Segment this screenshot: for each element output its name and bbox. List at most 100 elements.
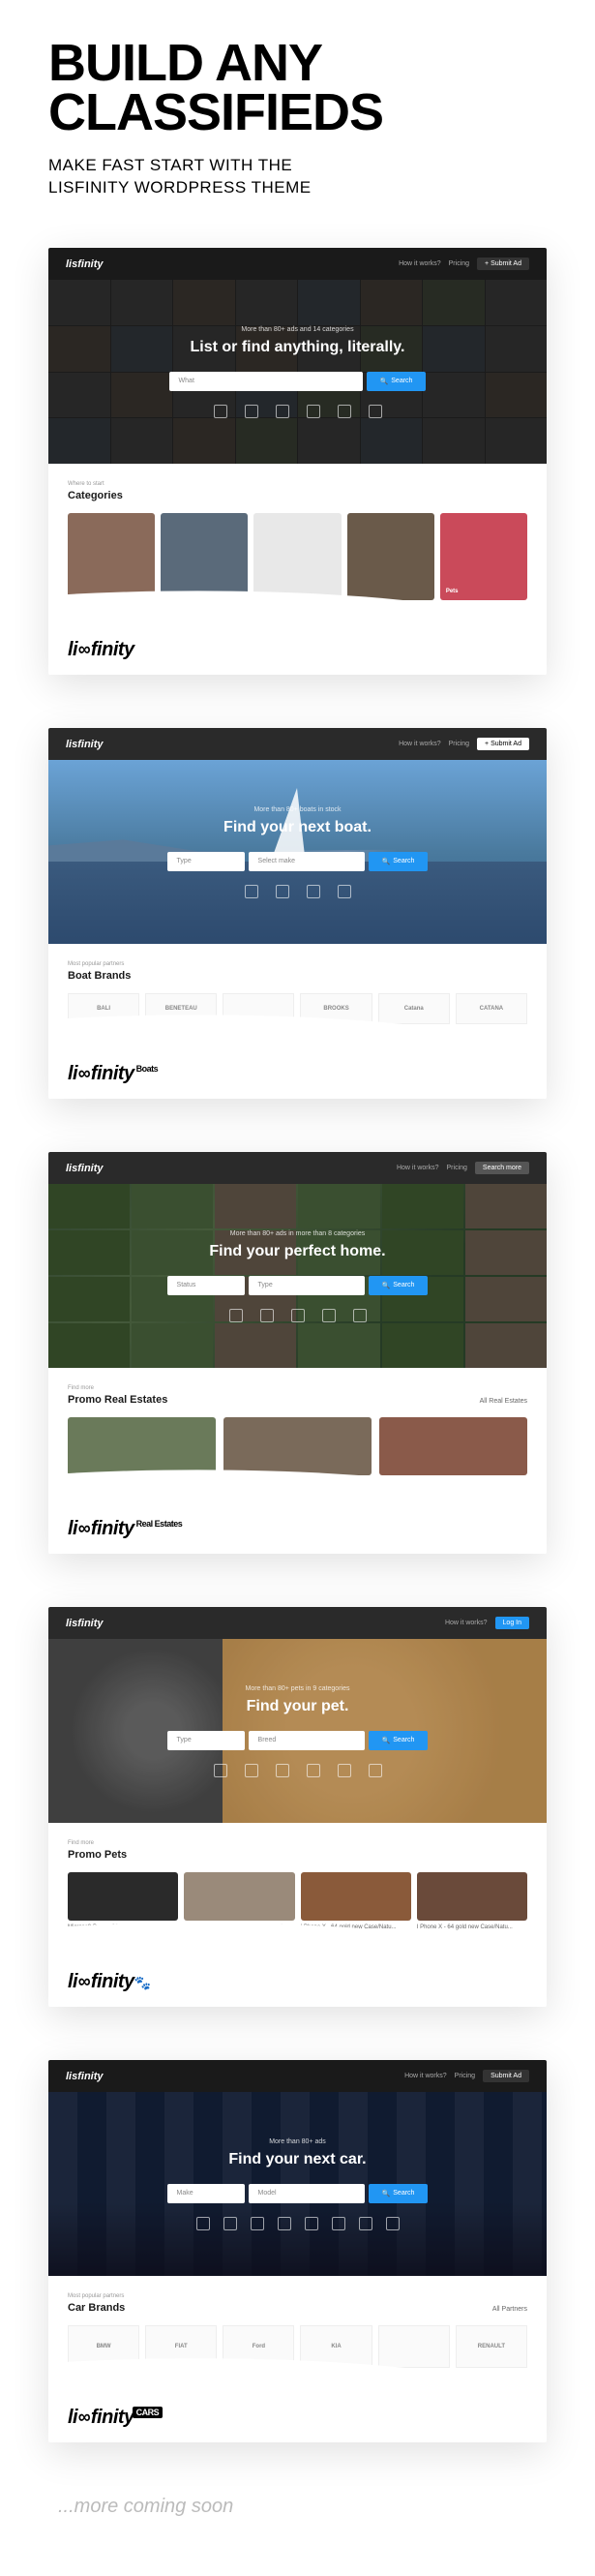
- category-icon[interactable]: [196, 2217, 210, 2230]
- category-icon[interactable]: [276, 405, 289, 418]
- nav-item[interactable]: Pricing: [449, 741, 469, 747]
- category-icon[interactable]: [214, 405, 227, 418]
- hero-title: Find your next boat.: [99, 819, 497, 836]
- section-sublabel: Find more: [68, 1840, 527, 1846]
- category-icon[interactable]: [223, 2217, 237, 2230]
- search-input[interactable]: What: [169, 372, 363, 391]
- category-icon[interactable]: [278, 2217, 291, 2230]
- category-icon[interactable]: [291, 1309, 305, 1322]
- submit-button[interactable]: + Submit Ad: [477, 258, 529, 270]
- category-icon[interactable]: [251, 2217, 264, 2230]
- submit-button[interactable]: + Submit Ad: [477, 738, 529, 750]
- view-all-link[interactable]: All Real Estates: [480, 1398, 527, 1405]
- demo-general: lisfinity How it works? Pricing + Submit…: [48, 248, 547, 675]
- make-input[interactable]: Make: [167, 2184, 245, 2203]
- category-icon[interactable]: [260, 1309, 274, 1322]
- search-bar: Status Type 🔍 Search: [99, 1276, 497, 1295]
- type-input[interactable]: Type: [249, 1276, 365, 1295]
- section-sublabel: Most popular partners: [68, 2293, 527, 2299]
- nav-item[interactable]: Pricing: [455, 2073, 475, 2079]
- category-icon[interactable]: [322, 1309, 336, 1322]
- category-icon[interactable]: [369, 405, 382, 418]
- brand-cell[interactable]: Catana: [378, 993, 450, 1024]
- view-all-link[interactable]: All Partners: [492, 2306, 527, 2313]
- nav-item[interactable]: How it works?: [404, 2073, 447, 2079]
- promo-card[interactable]: [223, 1417, 372, 1479]
- coming-soon-text: ...more coming soon: [48, 2496, 547, 2518]
- category-icon[interactable]: [276, 885, 289, 898]
- section-sublabel: Most popular partners: [68, 961, 527, 967]
- category-icon[interactable]: [276, 1764, 289, 1777]
- footer-logo: li∞finity🐾: [68, 1971, 151, 1992]
- brand-cell[interactable]: CATANA: [456, 993, 527, 1024]
- category-icon[interactable]: [353, 1309, 367, 1322]
- category-icon[interactable]: [307, 885, 320, 898]
- nav-item[interactable]: Pricing: [449, 260, 469, 267]
- category-icon[interactable]: [214, 1764, 227, 1777]
- header-nav: How it works? Log In: [445, 1617, 529, 1629]
- category-icon[interactable]: [338, 885, 351, 898]
- status-input[interactable]: Status: [167, 1276, 245, 1295]
- breed-input[interactable]: Breed: [249, 1731, 365, 1750]
- category-icon[interactable]: [245, 405, 258, 418]
- hero: More than 80+ ads and 14 categories List…: [48, 280, 547, 464]
- footer-variant: Real Estates: [133, 1518, 187, 1530]
- category-card[interactable]: [347, 513, 434, 600]
- category-icon[interactable]: [307, 1764, 320, 1777]
- demo-header: lisfinity How it works? Pricing Search m…: [48, 1152, 547, 1184]
- make-input[interactable]: Select make: [249, 852, 365, 871]
- category-card[interactable]: [161, 513, 248, 600]
- pet-card[interactable]: I Phone X - 64 gold new Case/Natu...: [417, 1872, 527, 1932]
- search-more-button[interactable]: Search more: [475, 1162, 529, 1174]
- search-button[interactable]: 🔍 Search: [369, 1276, 429, 1295]
- category-card[interactable]: [68, 513, 155, 600]
- search-button[interactable]: 🔍 Search: [369, 2184, 429, 2203]
- category-card[interactable]: [253, 513, 341, 600]
- nav-item[interactable]: Pricing: [447, 1165, 467, 1171]
- brand-cell[interactable]: [378, 2325, 450, 2368]
- brand-cell[interactable]: RENAULT: [456, 2325, 527, 2368]
- submit-button[interactable]: Submit Ad: [483, 2070, 529, 2082]
- section-header: Car Brands All Partners: [68, 2302, 527, 2325]
- hero-title: Find your next car.: [99, 2151, 497, 2168]
- type-input[interactable]: Type: [167, 1731, 245, 1750]
- search-button[interactable]: 🔍 Search: [369, 1731, 429, 1750]
- demo-header: lisfinity How it works? Pricing Submit A…: [48, 2060, 547, 2092]
- search-button[interactable]: 🔍 Search: [369, 852, 429, 871]
- category-icon[interactable]: [245, 1764, 258, 1777]
- type-input[interactable]: Type: [167, 852, 245, 871]
- model-input[interactable]: Model: [249, 2184, 365, 2203]
- hero-content: More than 80+ pets in 9 categories Find …: [99, 1685, 497, 1777]
- category-icon[interactable]: [338, 1764, 351, 1777]
- category-icon[interactable]: [305, 2217, 318, 2230]
- category-icon[interactable]: [245, 885, 258, 898]
- promo-grid: [68, 1417, 527, 1479]
- section-title: Categories: [68, 490, 527, 501]
- section-header: Promo Real Estates All Real Estates: [68, 1394, 527, 1417]
- category-icon[interactable]: [359, 2217, 372, 2230]
- search-button[interactable]: 🔍 Search: [367, 372, 427, 391]
- search-bar: Type Select make 🔍 Search: [99, 852, 497, 871]
- pet-card[interactable]: I Phone X - 64 gold new Case/Natu...: [301, 1872, 411, 1932]
- category-icon[interactable]: [338, 405, 351, 418]
- paw-icon: 🐾: [134, 1975, 151, 1990]
- category-icon[interactable]: [386, 2217, 400, 2230]
- promo-card[interactable]: [379, 1417, 527, 1479]
- demo-realestate: lisfinity How it works? Pricing Search m…: [48, 1152, 547, 1554]
- header-logo: lisfinity: [66, 739, 104, 750]
- hero-content: More than 80+ ads Find your next car. Ma…: [99, 2138, 497, 2230]
- category-card[interactable]: Pets: [440, 513, 527, 600]
- hero-pretitle: More than 80+ ads: [99, 2138, 497, 2145]
- nav-item[interactable]: How it works?: [397, 1165, 439, 1171]
- nav-item[interactable]: How it works?: [399, 260, 441, 267]
- category-icon[interactable]: [307, 405, 320, 418]
- nav-item[interactable]: How it works?: [445, 1620, 488, 1626]
- login-button[interactable]: Log In: [495, 1617, 529, 1629]
- category-icon[interactable]: [332, 2217, 345, 2230]
- category-icon[interactable]: [229, 1309, 243, 1322]
- section-sublabel: Find more: [68, 1385, 527, 1391]
- nav-item[interactable]: How it works?: [399, 741, 441, 747]
- footer-logo: li∞finityBoats: [68, 1063, 162, 1084]
- category-icon[interactable]: [369, 1764, 382, 1777]
- search-bar: Type Breed 🔍 Search: [99, 1731, 497, 1750]
